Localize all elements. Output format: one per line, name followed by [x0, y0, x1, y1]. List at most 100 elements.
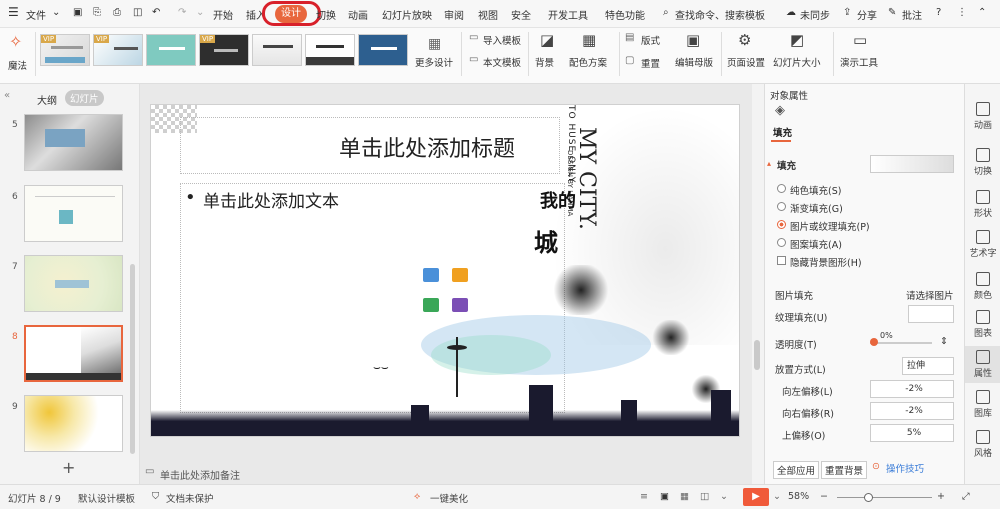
- template-thumb-1[interactable]: VIP: [40, 34, 90, 66]
- collapse-icon[interactable]: ⌃: [978, 7, 986, 18]
- tab-fill[interactable]: 填充: [773, 125, 792, 139]
- apply-all-button[interactable]: 全部应用: [773, 461, 820, 479]
- one-click-beautify[interactable]: 一键美化: [430, 491, 468, 505]
- placement-dropdown[interactable]: 拉伸: [902, 357, 954, 375]
- tab-outline[interactable]: 大纲: [37, 92, 57, 107]
- presenter-tools-button[interactable]: 演示工具: [840, 55, 878, 69]
- slide-thumb-8-selected[interactable]: [24, 325, 123, 382]
- zoom-level[interactable]: 58%: [788, 491, 809, 502]
- properties-tool-active[interactable]: 属性: [965, 346, 1000, 383]
- canvas-scrollbar[interactable]: [754, 340, 760, 370]
- transparency-slider[interactable]: [870, 342, 932, 344]
- add-slide-button[interactable]: +: [62, 458, 75, 477]
- menu-icon[interactable]: ☰: [8, 5, 19, 19]
- tab-transitions[interactable]: 切换: [316, 7, 336, 22]
- option-picture-fill[interactable]: 图片或纹理填充(P): [790, 219, 870, 233]
- undo-icon[interactable]: ↶: [152, 7, 160, 18]
- zoom-in-icon[interactable]: +: [937, 491, 945, 502]
- redo-icon[interactable]: ↷: [178, 7, 186, 18]
- offset-left-input[interactable]: -2%: [870, 380, 954, 398]
- document-protection[interactable]: 文档未保护: [166, 491, 214, 505]
- comment-button[interactable]: 批注: [902, 7, 922, 22]
- radio-picture-fill-selected[interactable]: [777, 220, 786, 229]
- template-thumb-7[interactable]: [358, 34, 408, 66]
- sorter-view-icon[interactable]: ▦: [680, 491, 689, 502]
- tab-features[interactable]: 特色功能: [605, 7, 645, 22]
- tab-view[interactable]: 视图: [478, 7, 498, 22]
- page-setup-button[interactable]: 页面设置: [727, 55, 765, 69]
- transparency-slider-thumb[interactable]: [870, 338, 878, 346]
- offset-top-input[interactable]: 5%: [870, 424, 954, 442]
- collapse-arrow-icon[interactable]: ▴: [767, 159, 771, 168]
- pane-scrollbar[interactable]: [130, 264, 135, 454]
- radio-pattern-fill[interactable]: [777, 238, 786, 247]
- wordart-tool[interactable]: 艺术字: [965, 230, 1000, 259]
- slide-thumb-5[interactable]: [24, 114, 123, 171]
- insert-video-icon[interactable]: [452, 298, 468, 312]
- normal-view-icon[interactable]: ▣: [660, 491, 669, 502]
- background-button[interactable]: 背景: [535, 55, 554, 69]
- slide-thumb-6[interactable]: [24, 185, 123, 242]
- template-thumb-4[interactable]: VIP: [199, 34, 249, 66]
- insert-chart-icon[interactable]: [452, 268, 468, 282]
- share-button[interactable]: 分享: [857, 7, 877, 22]
- preview-icon[interactable]: ◫: [133, 7, 142, 18]
- more-designs-button[interactable]: 更多设计: [415, 55, 453, 69]
- reset-button[interactable]: 重置: [641, 56, 660, 70]
- offset-right-input[interactable]: -2%: [870, 402, 954, 420]
- color-tool[interactable]: 颜色: [965, 272, 1000, 301]
- magic-button[interactable]: 魔法: [8, 58, 27, 72]
- dropdown-icon[interactable]: ⌄: [773, 491, 781, 502]
- radio-solid-fill[interactable]: [777, 184, 786, 193]
- stepper-icon[interactable]: ⇕: [940, 336, 948, 347]
- file-dropdown-icon[interactable]: ⌄: [52, 7, 60, 18]
- fit-window-icon[interactable]: ⤢: [962, 491, 970, 502]
- insert-table-icon[interactable]: [423, 298, 439, 312]
- edit-master-button[interactable]: 编辑母版: [675, 55, 713, 69]
- save-icon[interactable]: ▣: [73, 7, 82, 18]
- animation-tool[interactable]: 动画: [965, 102, 1000, 131]
- zoom-out-icon[interactable]: −: [820, 491, 828, 502]
- body-placeholder[interactable]: [180, 183, 565, 413]
- sync-status[interactable]: 未同步: [800, 7, 830, 22]
- tab-review[interactable]: 审阅: [444, 7, 464, 22]
- reading-view-icon[interactable]: ◫: [700, 491, 709, 502]
- picture-fill-select[interactable]: 请选择图片: [906, 288, 954, 302]
- export-icon[interactable]: ⎘: [93, 7, 101, 18]
- transition-tool[interactable]: 切换: [965, 148, 1000, 177]
- style-tool[interactable]: 风格: [965, 430, 1000, 459]
- zoom-slider-thumb[interactable]: [864, 493, 873, 502]
- option-pattern-fill[interactable]: 图案填充(A): [790, 237, 842, 251]
- insert-picture-icon[interactable]: [423, 268, 439, 282]
- template-thumb-3[interactable]: [146, 34, 196, 66]
- slide-thumb-9[interactable]: [24, 395, 123, 452]
- slide-thumb-7[interactable]: [24, 255, 123, 312]
- tab-slides[interactable]: 幻灯片: [65, 90, 104, 106]
- tab-developer[interactable]: 开发工具: [548, 7, 588, 22]
- print-icon[interactable]: ⎙: [113, 7, 121, 18]
- hide-bg-label[interactable]: 隐藏背景图形(H): [790, 255, 862, 269]
- slide-size-button[interactable]: 幻灯片大小: [773, 55, 821, 69]
- more-icon[interactable]: ⌄: [196, 7, 204, 18]
- template-thumb-6[interactable]: [305, 34, 355, 66]
- chart-tool[interactable]: 图表: [965, 310, 1000, 339]
- tab-home[interactable]: 开始: [213, 7, 233, 22]
- play-slideshow-button[interactable]: ▶: [743, 488, 769, 506]
- search-commands[interactable]: 查找命令、搜索模板: [675, 7, 765, 22]
- slide-body-text[interactable]: 单击此处添加文本: [203, 187, 339, 212]
- tips-link[interactable]: 操作技巧: [886, 461, 924, 475]
- design-template[interactable]: 默认设计模板: [78, 491, 135, 505]
- option-solid-fill[interactable]: 纯色填充(S): [790, 183, 841, 197]
- collapse-pane-icon[interactable]: «: [4, 90, 10, 101]
- panel-title[interactable]: 对象属性: [770, 88, 808, 102]
- help-icon[interactable]: ?: [936, 7, 941, 18]
- hide-bg-checkbox[interactable]: [777, 256, 786, 265]
- gallery-tool[interactable]: 图库: [965, 390, 1000, 419]
- zoom-slider[interactable]: [837, 497, 932, 498]
- texture-fill-dropdown[interactable]: [908, 305, 954, 323]
- template-thumb-2[interactable]: VIP: [93, 34, 143, 66]
- layout-button[interactable]: 版式: [641, 33, 660, 47]
- color-scheme-button[interactable]: 配色方案: [569, 55, 607, 69]
- fill-preview-dropdown[interactable]: [870, 155, 954, 173]
- more-options-icon[interactable]: ⋮: [957, 7, 967, 18]
